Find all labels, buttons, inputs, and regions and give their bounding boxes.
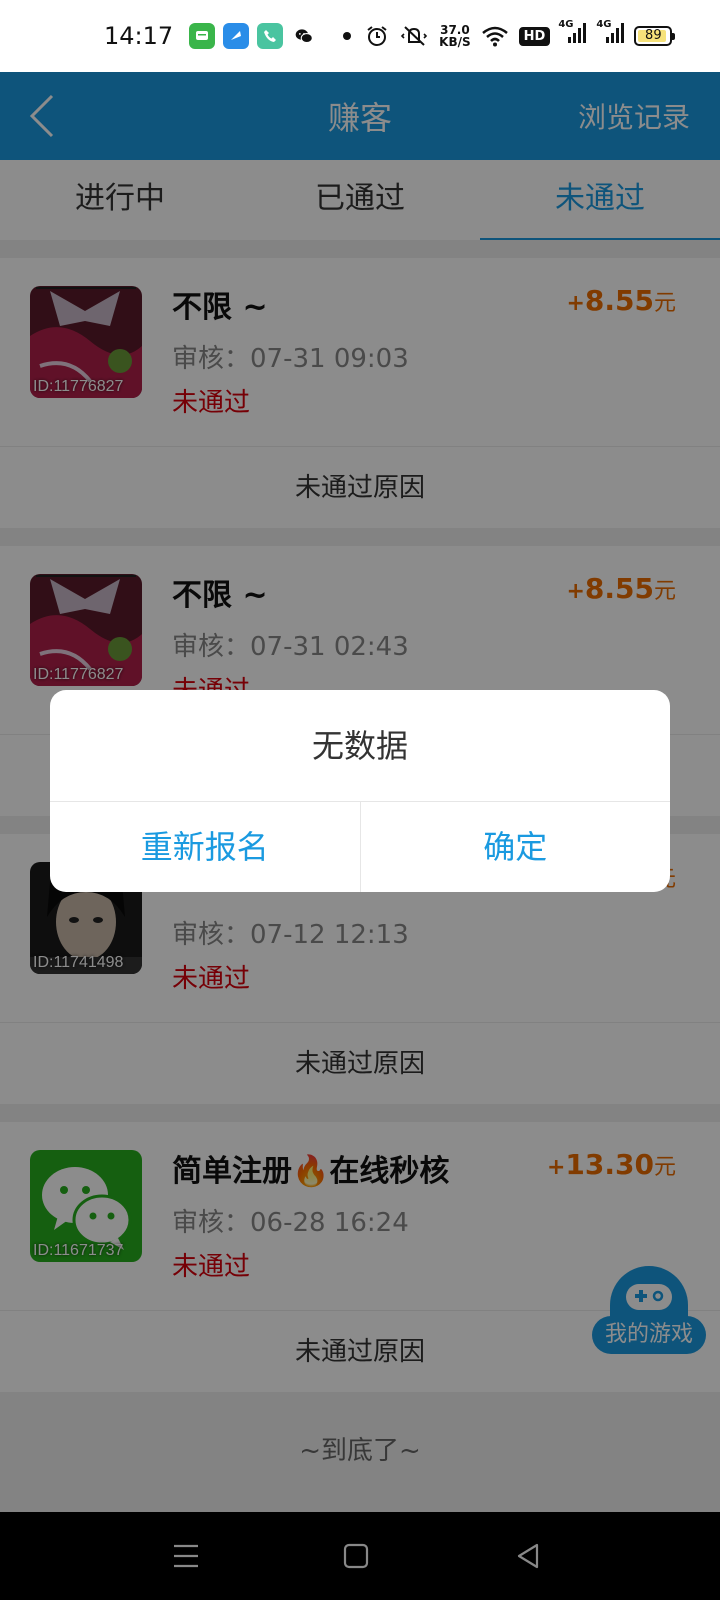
wechat-icon [291,23,317,49]
home-square-icon [343,1543,369,1569]
messages-app-icon [189,23,216,49]
signal-icon: 4G [596,19,626,51]
menu-icon [174,1544,198,1568]
status-time: 14:17 [104,22,174,50]
back-triangle-icon [517,1543,539,1569]
vibrate-icon [399,24,429,48]
browser-app-icon [223,23,250,49]
phone-app-icon [257,23,284,49]
dialog-message: 无数据 [50,690,670,802]
confirm-button[interactable]: 确定 [359,802,671,892]
alarm-icon [365,24,389,48]
system-nav-bar [0,1512,720,1600]
wifi-icon [481,25,509,47]
home-nav-button[interactable] [340,1540,372,1572]
signal-icon: 4G [558,19,588,51]
back-nav-button[interactable] [512,1540,544,1572]
dialog-actions: 重新报名 确定 [50,802,670,892]
status-bar: 14:17 37.0 KB/S HD 4G 4G 89 [0,0,720,72]
battery-icon: 89 [634,26,676,46]
notification-dot [343,32,352,40]
re-signup-button[interactable]: 重新报名 [50,802,360,892]
hd-badge: HD [518,26,551,46]
menu-nav-button[interactable] [170,1540,202,1572]
alert-dialog: 无数据 重新报名 确定 [50,690,670,892]
net-speed: 37.0 KB/S [439,23,471,49]
